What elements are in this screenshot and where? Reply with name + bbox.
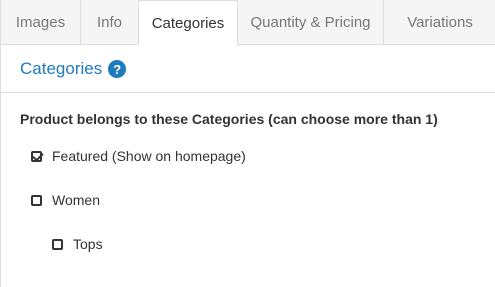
tab-images[interactable]: Images [1,0,81,44]
women-checkbox[interactable] [31,194,42,206]
category-label: Featured (Show on homepage) [52,148,246,164]
panel-body: Product belongs to these Categories (can… [1,94,495,287]
featured-checkbox[interactable] [31,150,42,162]
category-label: Women [52,192,100,208]
categories-label: Product belongs to these Categories (can… [20,111,438,127]
panel-heading: Categories ? [1,46,495,93]
category-item-women[interactable]: Women [31,192,100,208]
tab-variations[interactable]: Variations [384,0,495,44]
help-icon[interactable]: ? [108,60,127,78]
category-label: Tops [73,236,103,252]
tab-categories[interactable]: Categories [139,0,238,46]
tab-bar: Images Info Categories Quantity & Pricin… [1,0,495,46]
tops-checkbox[interactable] [52,238,63,250]
category-item-tops[interactable]: Tops [52,236,103,252]
product-editor-panel: Images Info Categories Quantity & Pricin… [0,0,495,287]
panel-title: Categories [20,59,103,78]
category-item-featured[interactable]: Featured (Show on homepage) [31,148,246,164]
tab-quantity-pricing[interactable]: Quantity & Pricing [238,0,384,44]
tab-info[interactable]: Info [81,0,139,44]
